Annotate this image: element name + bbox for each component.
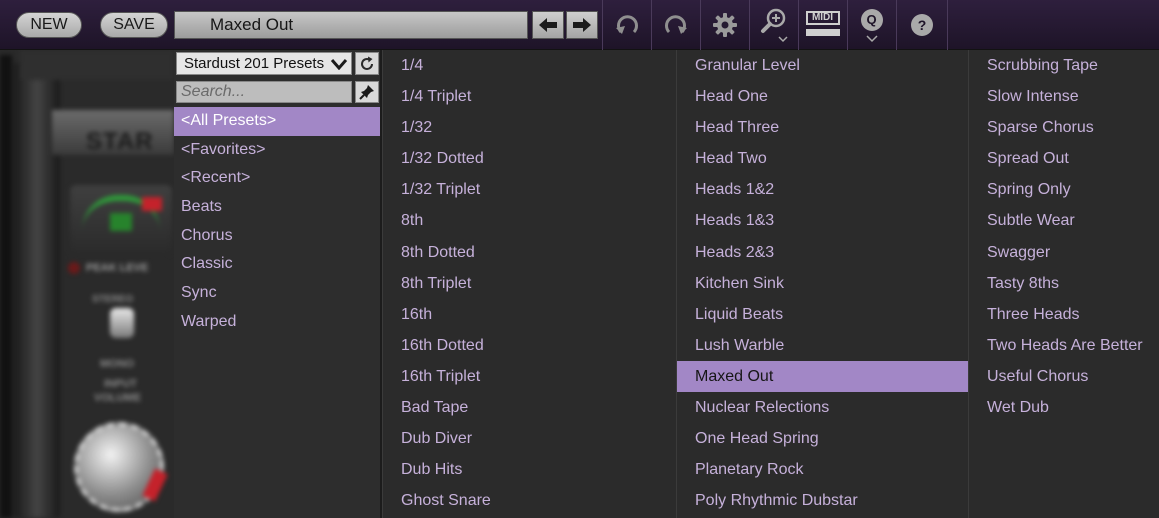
category-item[interactable]: Warped bbox=[174, 308, 380, 337]
preset-item[interactable]: Ghost Snare bbox=[383, 485, 677, 516]
preset-item[interactable]: 8th Dotted bbox=[383, 237, 677, 268]
category-item[interactable]: Sync bbox=[174, 279, 380, 308]
settings-button[interactable] bbox=[700, 0, 748, 50]
preset-item[interactable]: Heads 1&2 bbox=[677, 174, 969, 205]
previous-preset-button[interactable] bbox=[532, 11, 564, 39]
refresh-button[interactable] bbox=[355, 52, 379, 75]
preset-item[interactable]: Dub Diver bbox=[383, 423, 677, 454]
preset-column-2: Granular Level Head One Head Three Head Two… bbox=[676, 50, 969, 518]
pin-icon bbox=[359, 85, 374, 100]
brand-fragment: STAR bbox=[86, 128, 154, 155]
preset-column-1: 1/4 1/4 Triplet 1/32 1/32 Dotted 1/32 Triple… bbox=[382, 50, 677, 518]
stereo-label: STEREO bbox=[92, 294, 134, 305]
preset-item[interactable]: 1/4 Triplet bbox=[383, 81, 677, 112]
volume-label: VOLUME bbox=[94, 392, 142, 404]
new-button[interactable]: NEW bbox=[16, 12, 82, 38]
peak-led bbox=[68, 262, 80, 274]
quality-button[interactable]: Q bbox=[847, 0, 895, 50]
category-item[interactable]: <Favorites> bbox=[174, 136, 380, 165]
preset-item[interactable]: 8th bbox=[383, 205, 677, 236]
preset-item[interactable]: Bad Tape bbox=[383, 392, 677, 423]
preset-item[interactable]: Subtle Wear bbox=[969, 205, 1159, 236]
preset-item[interactable]: Nuclear Relections bbox=[677, 392, 969, 423]
preset-item[interactable]: Planetary Rock bbox=[677, 454, 969, 485]
mode-switch bbox=[110, 308, 134, 338]
category-item[interactable]: <All Presets> bbox=[174, 107, 380, 136]
preset-item[interactable]: Scrubbing Tape bbox=[969, 50, 1159, 81]
mono-label: MONO bbox=[100, 358, 135, 370]
preset-item[interactable]: 1/32 Dotted bbox=[383, 143, 677, 174]
help-icon: ? bbox=[911, 14, 933, 36]
preset-item[interactable]: 16th bbox=[383, 299, 677, 330]
preset-column-3: Scrubbing Tape Slow Intense Sparse Chorus S… bbox=[968, 50, 1159, 518]
arrow-right-icon bbox=[573, 18, 591, 32]
preset-item[interactable]: Maxed Out bbox=[677, 360, 969, 393]
preset-item[interactable]: Spring Only bbox=[969, 174, 1159, 205]
zoom-button[interactable] bbox=[749, 0, 797, 50]
preset-item[interactable]: Three Heads bbox=[969, 299, 1159, 330]
preset-item[interactable]: 16th Triplet bbox=[383, 361, 677, 392]
q-circle-icon: Q bbox=[860, 9, 883, 31]
save-button[interactable]: SAVE bbox=[100, 12, 168, 38]
plugin-background: STAR PEAK LEVE STEREO MONO INPUT VOLUME bbox=[0, 50, 174, 518]
zoom-in-icon bbox=[760, 8, 788, 43]
category-item[interactable]: <Recent> bbox=[174, 164, 380, 193]
midi-label: MIDI bbox=[805, 11, 840, 25]
preset-item[interactable]: Lush Warble bbox=[677, 330, 969, 361]
preset-item[interactable]: 1/32 Triplet bbox=[383, 174, 677, 205]
midi-button[interactable]: MIDI bbox=[798, 0, 846, 50]
preset-item[interactable]: Swagger bbox=[969, 237, 1159, 268]
preset-item[interactable]: Head Three bbox=[677, 112, 969, 143]
preset-item[interactable]: Heads 1&3 bbox=[677, 205, 969, 236]
help-button[interactable]: ? bbox=[896, 0, 948, 50]
preset-item[interactable]: Heads 2&3 bbox=[677, 237, 969, 268]
preset-item[interactable]: Kitchen Sink bbox=[677, 268, 969, 299]
chevron-down-icon bbox=[330, 58, 348, 70]
undo-button[interactable] bbox=[602, 0, 650, 50]
toolbar: NEW SAVE Maxed Out MIDI Q ? bbox=[0, 0, 1159, 50]
vu-meter bbox=[70, 185, 172, 255]
refresh-icon bbox=[361, 56, 373, 70]
preset-item[interactable]: Two Heads Are Better bbox=[969, 330, 1159, 361]
preset-item[interactable]: Liquid Beats bbox=[677, 299, 969, 330]
chevron-down-icon bbox=[865, 35, 878, 43]
preset-item[interactable]: One Head Spring bbox=[677, 423, 969, 454]
preset-item[interactable]: Head One bbox=[677, 81, 969, 112]
bank-dropdown-toggle[interactable] bbox=[326, 52, 352, 75]
preset-item[interactable]: Head Two bbox=[677, 143, 969, 174]
category-list: <All Presets> <Favorites> <Recent> Beats Cho… bbox=[174, 107, 380, 337]
preset-item[interactable]: 1/4 bbox=[383, 50, 677, 81]
preset-item[interactable]: Tasty 8ths bbox=[969, 268, 1159, 299]
pin-button[interactable] bbox=[355, 81, 379, 103]
preset-item[interactable]: Spread Out bbox=[969, 143, 1159, 174]
preset-item[interactable]: 1/32 bbox=[383, 112, 677, 143]
redo-button[interactable] bbox=[651, 0, 699, 50]
gear-icon bbox=[712, 13, 737, 37]
category-item[interactable]: Classic bbox=[174, 250, 380, 279]
arrow-left-icon bbox=[539, 18, 557, 32]
preset-item[interactable]: Granular Level bbox=[677, 50, 969, 81]
category-item[interactable]: Chorus bbox=[174, 222, 380, 251]
peak-label: PEAK LEVE bbox=[86, 262, 149, 274]
input-label: INPUT bbox=[104, 378, 137, 390]
preset-item[interactable]: 16th Dotted bbox=[383, 330, 677, 361]
current-preset-name[interactable]: Maxed Out bbox=[174, 11, 528, 39]
preset-item[interactable]: Useful Chorus bbox=[969, 361, 1159, 392]
search-input[interactable] bbox=[176, 81, 352, 103]
preset-item[interactable]: Sparse Chorus bbox=[969, 112, 1159, 143]
midi-icon: MIDI bbox=[805, 10, 840, 40]
category-panel: Stardust 201 Presets <All Presets><Favor… bbox=[174, 50, 382, 518]
preset-item[interactable]: 8th Triplet bbox=[383, 268, 677, 299]
preset-item[interactable]: Slow Intense bbox=[969, 81, 1159, 112]
undo-icon bbox=[615, 15, 638, 34]
next-preset-button[interactable] bbox=[566, 11, 598, 39]
preset-item[interactable]: Wet Dub bbox=[969, 392, 1159, 423]
redo-icon bbox=[664, 15, 687, 34]
category-item[interactable]: Beats bbox=[174, 193, 380, 222]
preset-item[interactable]: Poly Rhythmic Dubstar bbox=[677, 485, 969, 516]
preset-grid: 1/4 1/4 Triplet 1/32 1/32 Dotted 1/32 Triple… bbox=[382, 50, 1159, 518]
preset-item[interactable]: Dub Hits bbox=[383, 454, 677, 485]
